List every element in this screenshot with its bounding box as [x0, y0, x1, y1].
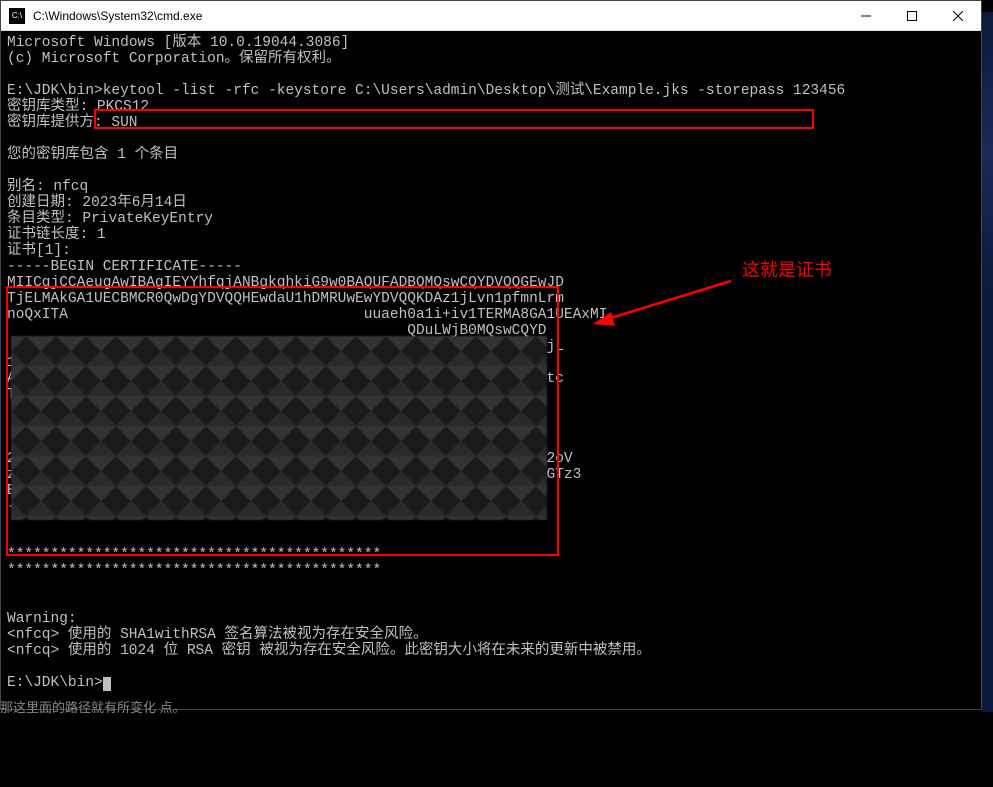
output-line: (c) Microsoft Corporation。保留所有权利。 — [7, 51, 341, 67]
cursor — [103, 677, 111, 691]
titlebar[interactable]: C:\ C:\Windows\System32\cmd.exe — [1, 1, 981, 31]
cmd-icon: C:\ — [9, 8, 25, 24]
cert-line: EvHPv5jQtgx1 — [7, 483, 111, 499]
cert-line: zqUEJqxd 5l 7O1 HuesrUGqQipgeQ1SFsjcvUYW… — [7, 467, 581, 483]
warning-line: <nfcq> 使用的 1024 位 RSA 密钥 被视为存在安全风险。此密钥大小… — [7, 643, 651, 659]
cert-line: 1pfm — [7, 355, 42, 371]
output-line: ****************************************… — [7, 547, 381, 563]
cert-line: SEj/N/hzKqz — [7, 435, 547, 451]
output-line: ****************************************… — [7, 563, 381, 579]
prompt: E:\JDK\bin> — [7, 675, 103, 691]
background-text: 那这里面的路径就有所变化 点。 — [0, 697, 186, 716]
cert-line: 2nIArWcfD rnZmg1Y1 MR9C3SGXX2oV — [7, 451, 573, 467]
output-line: 您的密钥库包含 1 个条目 — [7, 147, 178, 163]
terminal-content[interactable]: Microsoft Windows [版本 10.0.19044.3086] (… — [1, 31, 981, 709]
adjacent-window-edge — [982, 12, 993, 712]
maximize-button[interactable] — [889, 1, 935, 31]
cert-line: -----BEGIN CERTIFICATE----- — [7, 259, 242, 275]
cert-line: A1UE tc — [7, 371, 564, 387]
annotation-text: 这就是证书 — [742, 262, 832, 278]
minimize-button[interactable] — [843, 1, 889, 31]
window-controls — [843, 1, 981, 31]
output-line: Microsoft Windows [版本 10.0.19044.3086] — [7, 35, 349, 51]
window-title: C:\Windows\System32\cmd.exe — [33, 9, 843, 23]
close-button[interactable] — [935, 1, 981, 31]
output-line: 条目类型: PrivateKeyEntry — [7, 211, 213, 227]
warning-header: Warning: — [7, 611, 77, 627]
output-line: 创建日期: 2023年6月14日 — [7, 195, 187, 211]
prompt: E:\JDK\bin> — [7, 83, 103, 99]
output-line: 证书[1]: — [7, 243, 71, 259]
cert-line: MIICgjCCAeugAwIBAgIEYYhfqjANBgkqhkiG9w0B… — [7, 275, 564, 291]
output-line: 证书链长度: 1 — [7, 227, 106, 243]
cmd-window: C:\ C:\Windows\System32\cmd.exe Microsof… — [0, 0, 982, 710]
cert-line: KDAz1jL — [7, 339, 564, 355]
arrow-icon — [591, 276, 741, 336]
output-line: 别名: nfcq — [7, 179, 88, 195]
output-line: 密钥库提供方: SUN — [7, 115, 138, 131]
output-line: 密钥库类型: PKCS12 — [7, 99, 149, 115]
cert-line: noQxITA uuaeh0a1i+iv1TERMA8GA1UEAxMI — [7, 307, 607, 323]
command-text: keytool -list -rfc -keystore C:\Users\ad… — [103, 83, 846, 99]
cert-line: TjELMAkGA1UECBMCR0QwDgYDVQQHEwdaU1hDMRUw… — [7, 291, 564, 307]
warning-line: <nfcq> 使用的 SHA1withRSA 签名算法被视为存在安全风险。 — [7, 627, 428, 643]
cert-line: QDuLWjB0MQswCQYD — [7, 323, 547, 339]
highlight-box-command — [94, 109, 814, 129]
cert-line: -----END CERTIFICATE----- — [7, 499, 225, 515]
cert-line: Trwb — [7, 387, 42, 403]
